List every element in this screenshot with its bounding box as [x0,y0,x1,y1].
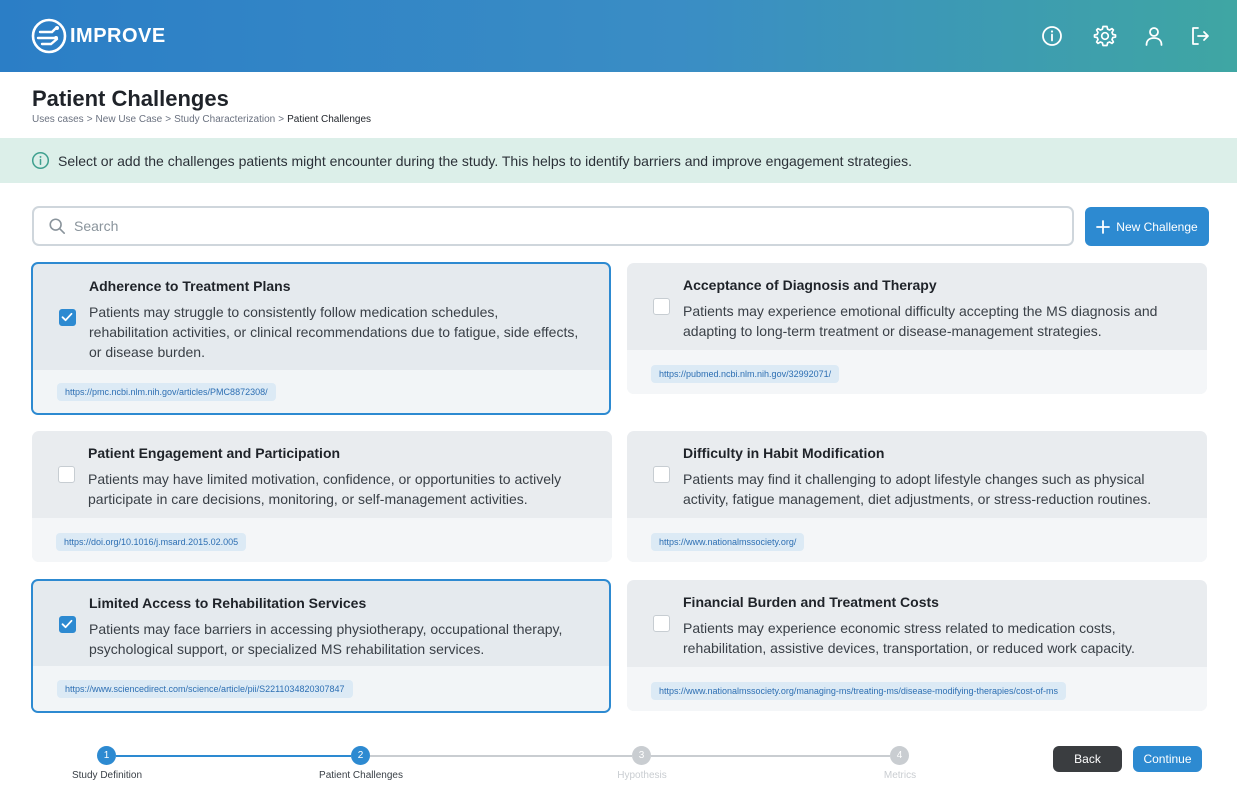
progress-stepper: 1 Study Definition 2 Patient Challenges … [0,740,1237,800]
challenge-description: Patients may experience emotional diffic… [683,303,1158,339]
challenge-title: Patient Engagement and Participation [88,445,341,461]
challenge-description: Patients may have limited motivation, co… [88,471,562,507]
breadcrumb-separator: > [165,114,172,125]
page-title: Patient Challenges [32,86,229,111]
step-2-label: Patient Challenges [319,770,403,781]
challenge-reference-link[interactable]: https://www.nationalmssociety.org/managi… [651,682,1066,700]
stepper-line-pending [651,755,890,757]
info-banner-text: Select or add the challenges patients mi… [58,152,912,169]
challenge-checkbox[interactable] [653,298,670,315]
challenge-checkbox[interactable] [653,466,670,483]
challenge-checkbox[interactable] [58,466,75,483]
challenge-reference-link[interactable]: https://pubmed.ncbi.nlm.nih.gov/32992071… [651,365,840,383]
challenge-checkbox[interactable] [59,616,76,633]
info-circle-icon [31,151,50,170]
back-button[interactable]: Back [1053,746,1122,772]
challenge-reference-link[interactable]: https://www.nationalmssociety.org/ [651,533,805,551]
challenge-title: Acceptance of Diagnosis and Therapy [683,277,937,293]
challenge-card-habit[interactable]: Difficulty in Habit Modification Patient… [627,431,1207,562]
challenge-card-rehabilitation[interactable]: Limited Access to Rehabilitation Service… [31,579,611,713]
challenge-footer: https://pmc.ncbi.nlm.nih.gov/articles/PM… [33,370,609,413]
step-1-label: Study Definition [71,770,143,781]
challenge-title: Limited Access to Rehabilitation Service… [89,595,367,611]
search-icon [49,218,66,235]
challenge-title: Adherence to Treatment Plans [89,278,291,294]
challenge-card-adherence[interactable]: Adherence to Treatment Plans Patients ma… [31,262,611,415]
challenge-card-engagement[interactable]: Patient Engagement and Participation Pat… [32,431,612,562]
stepper-line-pending [370,755,632,757]
info-icon[interactable] [1040,24,1064,48]
breadcrumb-item-study-characterization[interactable]: Study Characterization [174,114,275,125]
breadcrumb-item-uses-cases[interactable]: Uses cases [32,114,84,125]
info-banner: Select or add the challenges patients mi… [0,138,1237,183]
step-4-label: Metrics [883,770,917,781]
user-icon[interactable] [1142,24,1166,48]
challenge-footer: https://doi.org/10.1016/j.msard.2015.02.… [32,518,612,562]
app-logo[interactable]: IMPROVE [30,17,166,55]
check-icon [61,619,73,629]
challenge-footer: https://www.nationalmssociety.org/ [627,518,1207,562]
new-challenge-button[interactable]: New Challenge [1085,207,1209,246]
check-icon [61,312,73,322]
challenge-card-financial[interactable]: Financial Burden and Treatment Costs Pat… [627,580,1207,711]
continue-button[interactable]: Continue [1133,746,1202,772]
plus-icon [1096,219,1111,234]
step-2-dot[interactable]: 2 [351,746,370,765]
breadcrumb: Uses cases > New Use Case > Study Characteri… [32,114,371,125]
step-3-label: Hypothesis [617,770,667,781]
challenge-reference-link[interactable]: https://doi.org/10.1016/j.msard.2015.02.… [56,533,247,551]
breadcrumb-item-new-use-case[interactable]: New Use Case [96,114,163,125]
breadcrumb-separator: > [278,114,285,125]
challenge-footer: https://www.nationalmssociety.org/managi… [627,667,1207,711]
challenge-footer: https://www.sciencedirect.com/science/ar… [33,666,609,711]
challenge-description: Patients may face barriers in accessing … [89,621,563,657]
breadcrumb-separator: > [86,114,93,125]
challenge-reference-link[interactable]: https://pmc.ncbi.nlm.nih.gov/articles/PM… [57,383,276,401]
challenge-title: Financial Burden and Treatment Costs [683,594,939,610]
challenge-card-acceptance[interactable]: Acceptance of Diagnosis and Therapy Pati… [627,263,1207,394]
challenge-description: Patients may experience economic stress … [683,620,1135,656]
logo-mark-icon [31,18,67,54]
new-challenge-label: New Challenge [1116,219,1198,234]
breadcrumb-item-current: Patient Challenges [287,114,372,125]
step-1-dot[interactable]: 1 [97,746,116,765]
logout-icon[interactable] [1188,24,1212,48]
challenge-checkbox[interactable] [59,309,76,326]
challenge-checkbox[interactable] [653,615,670,632]
logo-text: IMPROVE [70,24,166,47]
stepper-line-complete [116,755,351,757]
search-box[interactable] [32,206,1074,246]
challenge-footer: https://pubmed.ncbi.nlm.nih.gov/32992071… [627,350,1207,394]
step-3-dot: 3 [632,746,651,765]
gear-icon[interactable] [1093,24,1117,48]
challenge-reference-link[interactable]: https://www.sciencedirect.com/science/ar… [57,680,353,698]
challenge-title: Difficulty in Habit Modification [683,445,885,461]
challenge-description: Patients may find it challenging to adop… [683,471,1152,507]
challenge-description: Patients may struggle to consistently fo… [89,304,579,360]
step-4-dot: 4 [890,746,909,765]
top-navigation-bar: IMPROVE [0,0,1237,72]
search-input[interactable] [74,218,974,234]
